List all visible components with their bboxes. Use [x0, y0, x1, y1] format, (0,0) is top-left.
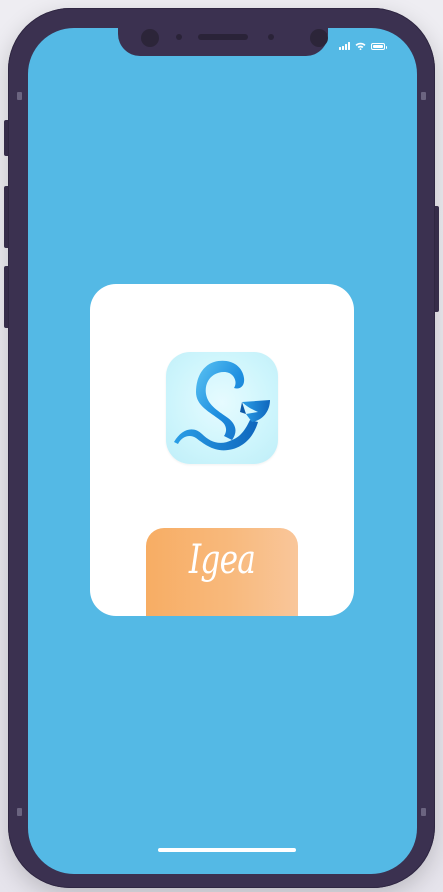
device-mockup: Igea	[0, 0, 443, 892]
antenna-band	[17, 808, 22, 816]
antenna-band	[421, 92, 426, 100]
battery-icon	[371, 43, 387, 50]
brand-tab: Igea	[146, 528, 298, 616]
front-camera-icon	[141, 29, 159, 47]
notch	[118, 28, 328, 56]
face-id-sensor-icon	[310, 29, 328, 47]
status-bar	[339, 40, 387, 50]
signal-icon	[339, 42, 350, 50]
sensor-dot	[176, 34, 182, 40]
phone-screen: Igea	[28, 28, 417, 874]
home-indicator[interactable]	[158, 848, 296, 852]
sensor-dot	[268, 34, 274, 40]
wifi-icon	[355, 42, 366, 50]
earpiece-speaker	[198, 34, 248, 40]
splash-card: Igea	[90, 284, 354, 616]
antenna-band	[421, 808, 426, 816]
brand-name: Igea	[188, 537, 256, 583]
igea-logo-icon[interactable]	[166, 352, 278, 464]
antenna-band	[17, 92, 22, 100]
